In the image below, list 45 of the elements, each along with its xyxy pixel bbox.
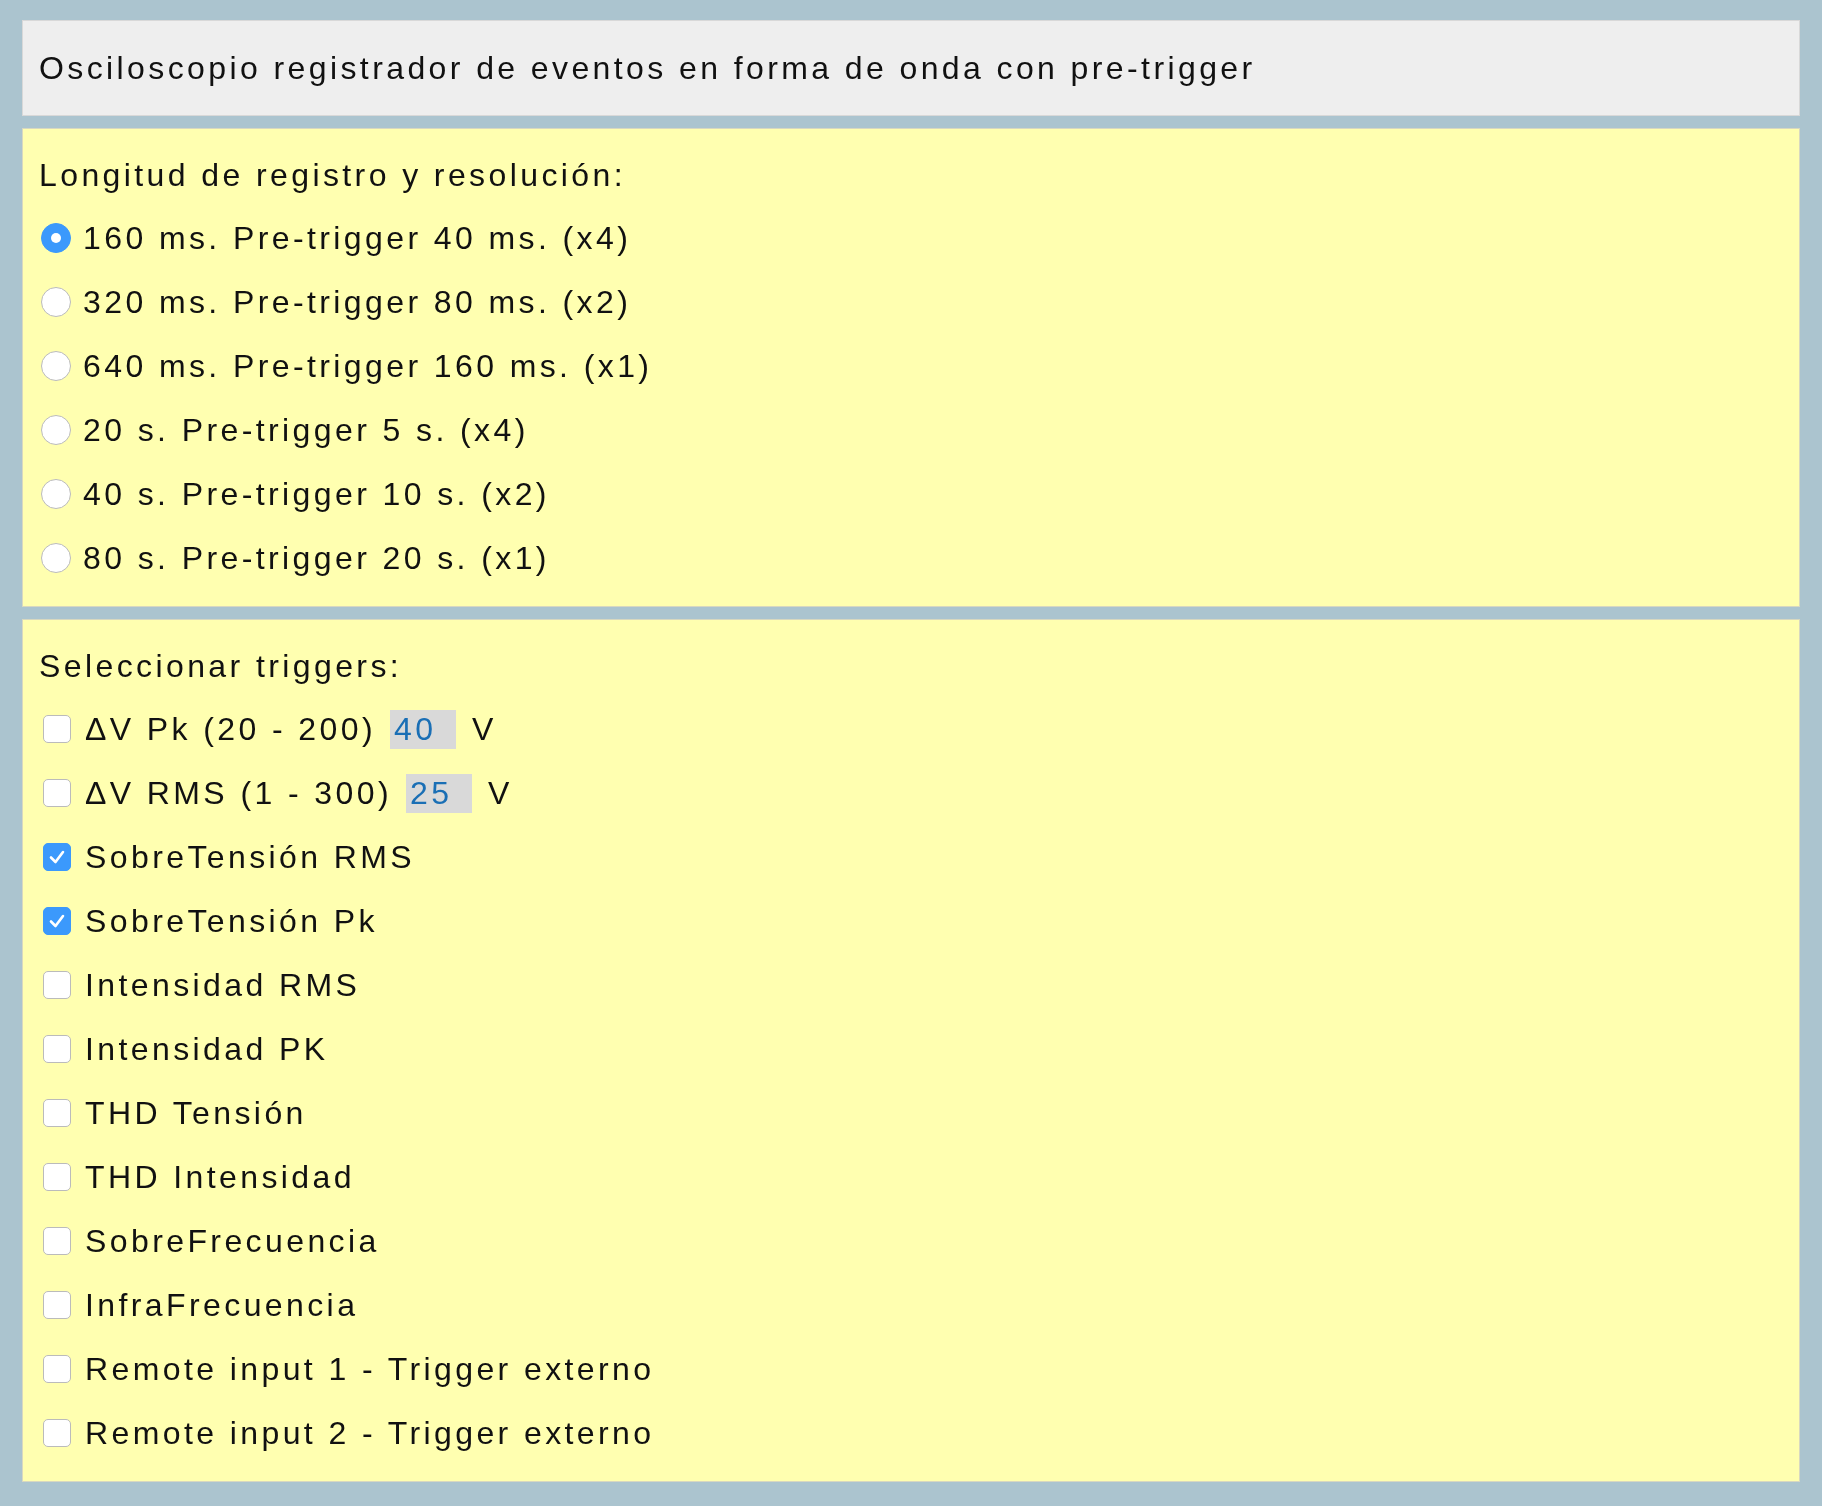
radio-button[interactable] [41,479,71,509]
radio-button[interactable] [41,543,71,573]
checkbox[interactable] [43,1035,71,1063]
page-title: Osciloscopio registrador de eventos en forma de onda con pre-trigger [39,49,1256,87]
checkbox-label[interactable]: ΔV Pk (20 - 200) [85,710,376,748]
checkbox-label[interactable]: SobreFrecuencia [85,1222,380,1260]
checkbox[interactable] [43,779,71,807]
radio-button[interactable] [41,223,71,253]
checkbox[interactable] [43,715,71,743]
checkbox[interactable] [43,1291,71,1319]
checkbox[interactable] [43,971,71,999]
radio-label[interactable]: 640 ms. Pre-trigger 160 ms. (x1) [83,347,653,385]
checkbox[interactable] [43,907,71,935]
radio-button[interactable] [41,287,71,317]
radio-label[interactable]: 320 ms. Pre-trigger 80 ms. (x2) [83,283,632,321]
checkbox[interactable] [43,1227,71,1255]
radio-label[interactable]: 40 s. Pre-trigger 10 s. (x2) [83,475,550,513]
threshold-field[interactable]: 25 [405,773,472,813]
section-title: Longitud de registro y resolución: [39,156,626,195]
checkbox[interactable] [43,843,71,871]
section-title: Seleccionar triggers: [39,647,403,686]
radio-button[interactable] [41,415,71,445]
checkbox-label[interactable]: Remote input 1 - Trigger externo [85,1350,655,1388]
checkbox-label[interactable]: Remote input 2 - Trigger externo [85,1414,655,1452]
checkbox[interactable] [43,1355,71,1383]
unit-label: V [472,710,497,748]
threshold-field[interactable]: 40 [390,709,456,749]
radio-label[interactable]: 80 s. Pre-trigger 20 s. (x1) [83,539,550,577]
check-icon [48,912,66,930]
checkbox[interactable] [43,1099,71,1127]
checkbox-label[interactable]: Intensidad RMS [85,966,361,1004]
checkbox-label[interactable]: SobreTensión Pk [85,902,378,940]
checkbox-label[interactable]: ΔV RMS (1 - 300) [85,774,392,812]
checkbox-label[interactable]: InfraFrecuencia [85,1286,359,1324]
radio-label[interactable]: 20 s. Pre-trigger 5 s. (x4) [83,411,529,449]
checkbox-label[interactable]: THD Intensidad [85,1158,355,1196]
check-icon [48,848,66,866]
checkbox-label[interactable]: SobreTensión RMS [85,838,416,876]
checkbox[interactable] [43,1419,71,1447]
radio-label[interactable]: 160 ms. Pre-trigger 40 ms. (x4) [83,219,632,257]
radio-button[interactable] [41,351,71,381]
unit-label: V [487,774,513,812]
checkbox-label[interactable]: Intensidad PK [85,1030,329,1068]
checkbox[interactable] [43,1163,71,1191]
checkbox-label[interactable]: THD Tensión [85,1094,307,1132]
